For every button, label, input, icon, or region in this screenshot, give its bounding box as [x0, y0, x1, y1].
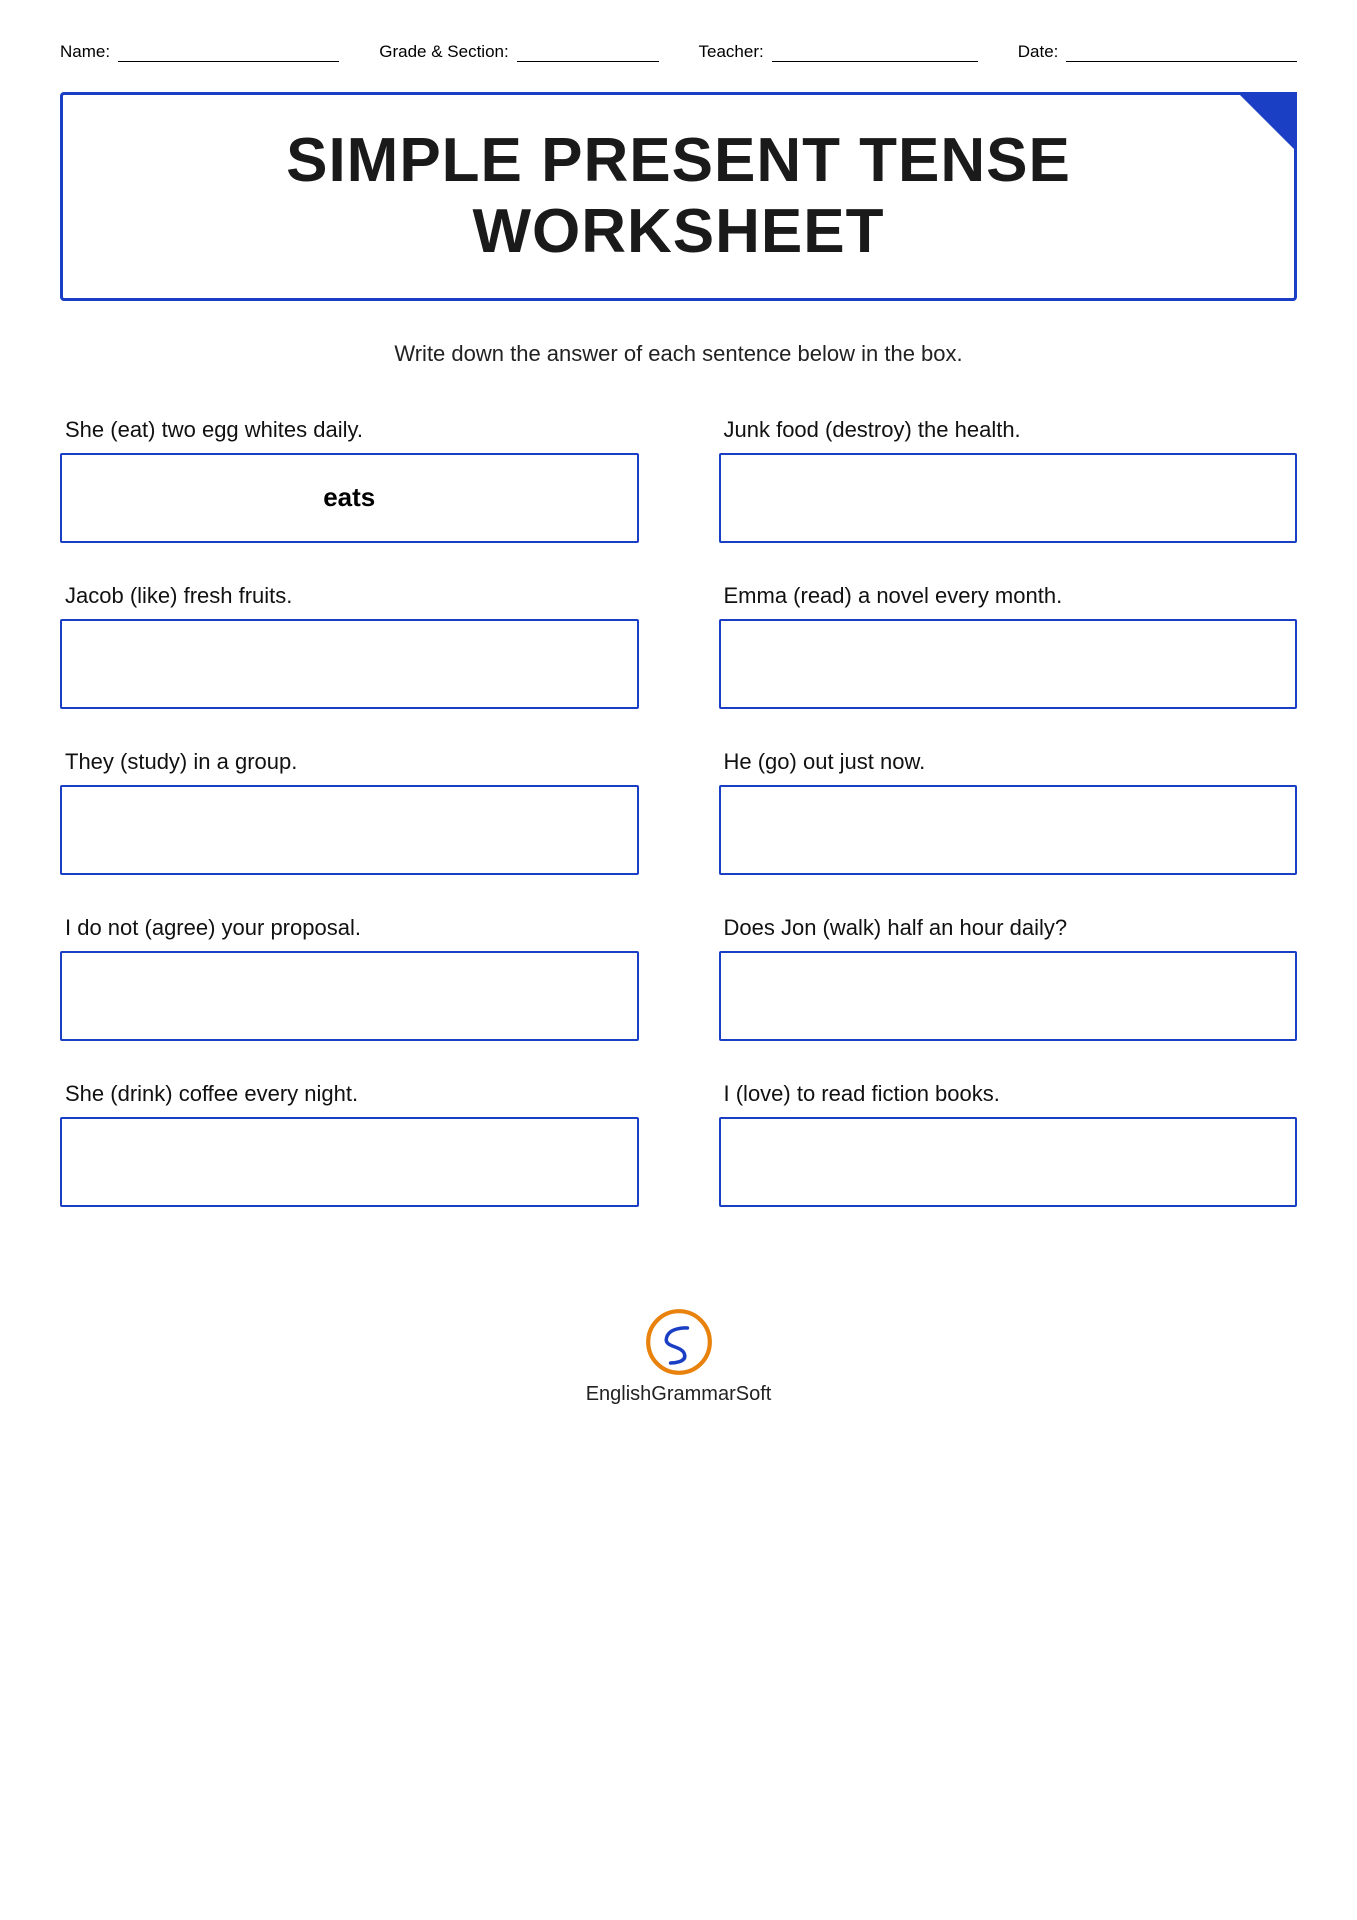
exercise-item-2: Jacob (like) fresh fruits. [60, 583, 639, 709]
exercise-item-3: Emma (read) a novel every month. [719, 583, 1298, 709]
teacher-line [772, 40, 978, 62]
answer-box-8[interactable] [60, 1117, 639, 1207]
sentence-9: I (love) to read fiction books. [719, 1081, 1298, 1107]
date-line [1066, 40, 1297, 62]
sentence-3: Emma (read) a novel every month. [719, 583, 1298, 609]
brand-logo [644, 1307, 714, 1377]
answer-box-9[interactable] [719, 1117, 1298, 1207]
sentence-8: She (drink) coffee every night. [60, 1081, 639, 1107]
header-fields: Name: Grade & Section: Teacher: Date: [60, 40, 1297, 62]
title-box: SIMPLE PRESENT TENSE WORKSHEET [60, 92, 1297, 301]
exercise-item-7: Does Jon (walk) half an hour daily? [719, 915, 1298, 1041]
answer-box-0[interactable]: eats [60, 453, 639, 543]
exercise-grid: She (eat) two egg whites daily. eats Junk … [60, 417, 1297, 1247]
exercise-item-1: Junk food (destroy) the health. [719, 417, 1298, 543]
date-label: Date: [1018, 42, 1059, 62]
answer-box-1[interactable] [719, 453, 1298, 543]
teacher-field: Teacher: [699, 40, 978, 62]
answer-box-6[interactable] [60, 951, 639, 1041]
date-field: Date: [1018, 40, 1297, 62]
title-line1: SIMPLE PRESENT TENSE [286, 126, 1071, 195]
instructions-text: Write down the answer of each sentence b… [60, 341, 1297, 367]
name-label: Name: [60, 42, 110, 62]
exercise-item-6: I do not (agree) your proposal. [60, 915, 639, 1041]
answer-box-2[interactable] [60, 619, 639, 709]
brand-name: EnglishGrammarSoft [586, 1383, 772, 1406]
corner-fold [1237, 92, 1297, 152]
exercise-item-4: They (study) in a group. [60, 749, 639, 875]
sentence-1: Junk food (destroy) the health. [719, 417, 1298, 443]
sentence-6: I do not (agree) your proposal. [60, 915, 639, 941]
exercise-item-0: She (eat) two egg whites daily. eats [60, 417, 639, 543]
corner-fold-triangle [1237, 92, 1297, 152]
sentence-2: Jacob (like) fresh fruits. [60, 583, 639, 609]
worksheet-title: SIMPLE PRESENT TENSE WORKSHEET [123, 125, 1234, 268]
grade-line [517, 40, 659, 62]
sentence-0: She (eat) two egg whites daily. [60, 417, 639, 443]
name-field: Name: [60, 40, 339, 62]
answer-box-4[interactable] [60, 785, 639, 875]
grade-label: Grade & Section: [379, 42, 508, 62]
answer-box-5[interactable] [719, 785, 1298, 875]
footer: EnglishGrammarSoft [60, 1307, 1297, 1406]
title-line2: WORKSHEET [473, 197, 885, 266]
answer-box-7[interactable] [719, 951, 1298, 1041]
exercise-item-5: He (go) out just now. [719, 749, 1298, 875]
teacher-label: Teacher: [699, 42, 764, 62]
sentence-4: They (study) in a group. [60, 749, 639, 775]
grade-field: Grade & Section: [379, 40, 658, 62]
name-line [118, 40, 339, 62]
exercise-item-9: I (love) to read fiction books. [719, 1081, 1298, 1207]
answer-box-3[interactable] [719, 619, 1298, 709]
sentence-7: Does Jon (walk) half an hour daily? [719, 915, 1298, 941]
exercise-item-8: She (drink) coffee every night. [60, 1081, 639, 1207]
sentence-5: He (go) out just now. [719, 749, 1298, 775]
